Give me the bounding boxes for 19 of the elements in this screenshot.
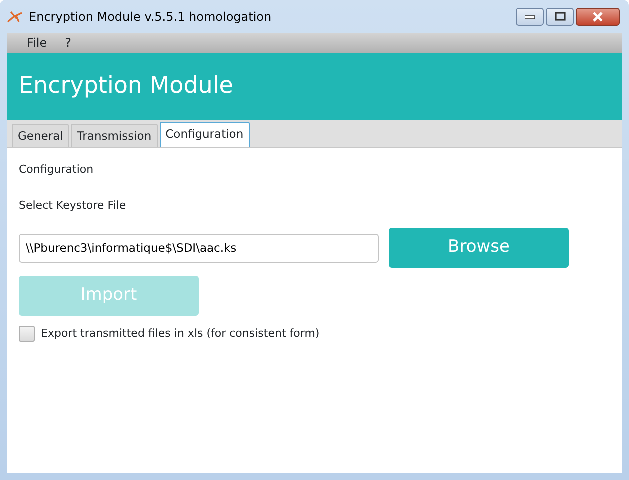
export-checkbox[interactable] xyxy=(19,326,35,342)
maximize-button[interactable] xyxy=(546,8,574,26)
close-button[interactable] xyxy=(576,8,620,26)
minimize-button[interactable] xyxy=(516,8,544,26)
tab[interactable]: General xyxy=(12,124,70,147)
field-label: Select Keystore File xyxy=(19,198,128,214)
menu-item[interactable]: File xyxy=(23,34,52,52)
maximize-icon xyxy=(554,12,566,21)
tab[interactable]: Configuration xyxy=(160,122,250,147)
close-icon xyxy=(592,12,604,22)
app-header-title: Encryption Module xyxy=(19,72,234,102)
app-icon xyxy=(7,10,23,24)
minimize-icon xyxy=(525,14,535,18)
checkbox-label: Export transmitted files in xls (for consistent form) xyxy=(41,326,320,342)
tab[interactable]: Transmission xyxy=(71,124,158,147)
section-title: Configuration xyxy=(19,162,95,178)
keystore-path-field[interactable]: \\Pburenc3\informatique$\SDI\aac.ks xyxy=(19,234,379,262)
menu-item[interactable]: ? xyxy=(61,34,76,52)
window-title: Encryption Module v.5.5.1 homologation xyxy=(29,8,272,26)
